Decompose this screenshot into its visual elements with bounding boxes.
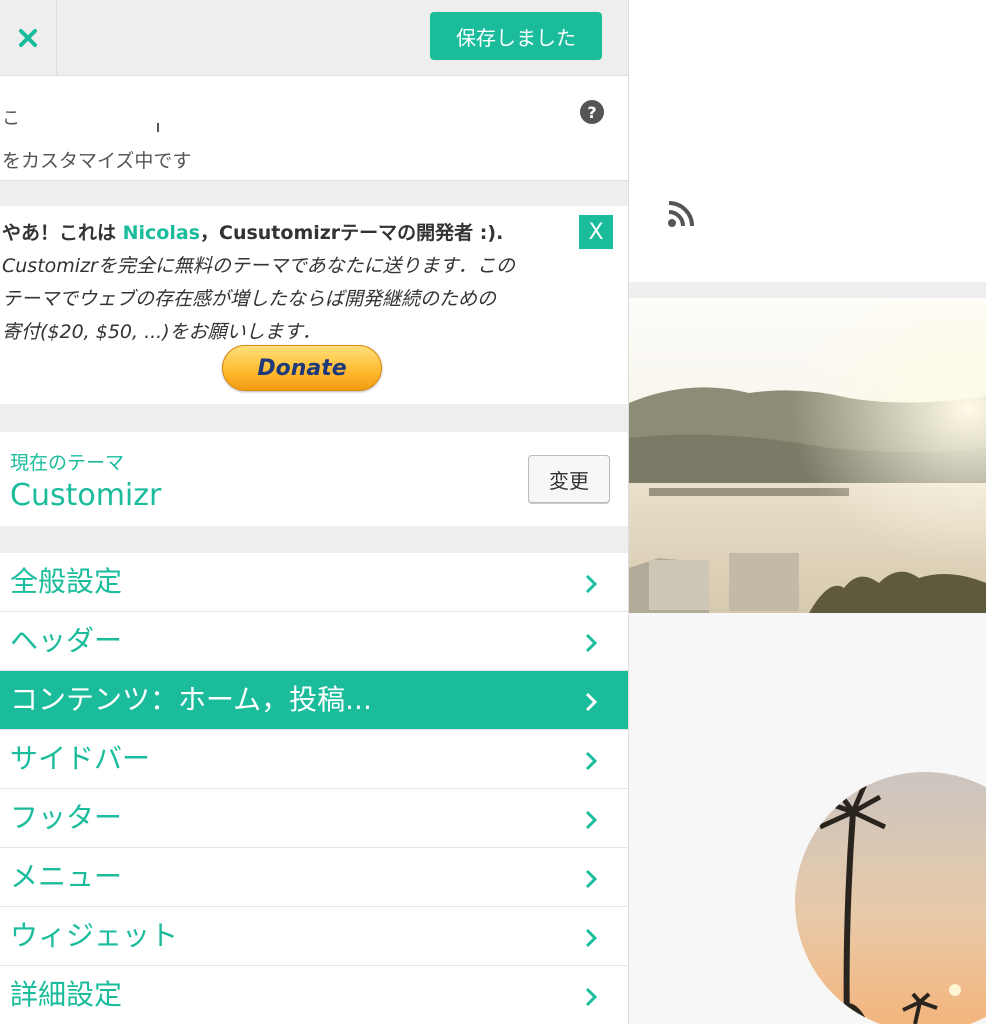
rss-icon[interactable] [667,200,695,228]
featured-circle-image[interactable] [795,772,986,1024]
section-advanced-settings[interactable]: 詳細設定 [0,966,628,1024]
chevron-right-icon [585,574,598,594]
section-label: 詳細設定 [10,978,123,1011]
site-preview [629,0,986,1024]
slider-image[interactable] [629,298,986,613]
customizer-sections-list: 全般設定 ヘッダー コンテンツ：ホーム，投稿... サイドバー フッター メニュ… [0,553,628,1024]
donate-author-link[interactable]: Nicolas [123,222,200,244]
section-label: コンテンツ：ホーム，投稿... [10,683,372,716]
chevron-right-icon [585,633,598,653]
section-label: サイドバー [10,742,151,775]
section-footer[interactable]: フッター [0,789,628,848]
paypal-donate-label: Donate [257,355,347,381]
section-label: ウィジェット [10,919,179,952]
chevron-right-icon [585,869,598,889]
section-label: ヘッダー [10,624,123,657]
chevron-right-icon [585,751,598,771]
donate-heading: やあ！これは Nicolas，Cusutomizrテーマの開発者 :). [2,218,503,245]
section-menus[interactable]: メニュー [0,848,628,907]
donate-heading-suffix: ，Cusutomizrテーマの開発者 :). [200,222,504,244]
section-label: メニュー [10,860,123,893]
section-header[interactable]: ヘッダー [0,612,628,671]
donate-message: Customizrを完全に無料のテーマであなたに送ります．この テーマでウェブの… [2,250,602,349]
donate-message-line: Customizrを完全に無料のテーマであなたに送ります．この [2,255,515,277]
close-button[interactable] [0,0,57,75]
section-widgets[interactable]: ウィジェット [0,907,628,966]
header-divider [629,282,986,298]
change-theme-button[interactable]: 変更 [528,455,610,503]
chevron-right-icon [585,928,598,948]
current-theme-section: 現在のテーマ Customizr 変更 [0,432,628,526]
section-label: フッター [10,801,123,834]
paypal-donate-button[interactable]: Donate [222,345,382,391]
customizer-info: こ をカスタマイズ中です ? [0,76,628,181]
chevron-right-icon [585,810,598,830]
section-content[interactable]: コンテンツ：ホーム，投稿... [0,671,628,730]
section-label: 全般設定 [10,565,123,598]
section-sidebar[interactable]: サイドバー [0,730,628,789]
donate-message-line: テーマでウェブの存在感が増したならば開発継続のための [2,288,497,310]
help-icon-glyph: ? [587,102,597,122]
info-site-title: こ [2,108,20,129]
info-customizing-text: をカスタマイズ中です [2,150,192,172]
current-theme-name: Customizr [10,478,162,513]
chevron-right-icon [585,987,598,1007]
section-general-settings[interactable]: 全般設定 [0,553,628,612]
chevron-right-icon [585,692,598,712]
help-icon[interactable]: ? [580,100,604,124]
donate-heading-prefix: やあ！これは [2,222,123,244]
customizer-panel: 保存しました こ をカスタマイズ中です ? やあ！これは Nicolas，Cus… [0,0,629,1024]
text-cursor-mark [157,123,159,132]
dismiss-donate-button[interactable]: X [579,215,613,249]
customizer-header: 保存しました [0,0,628,76]
save-button[interactable]: 保存しました [430,12,602,60]
current-theme-label: 現在のテーマ [10,452,125,474]
close-icon [19,28,37,47]
